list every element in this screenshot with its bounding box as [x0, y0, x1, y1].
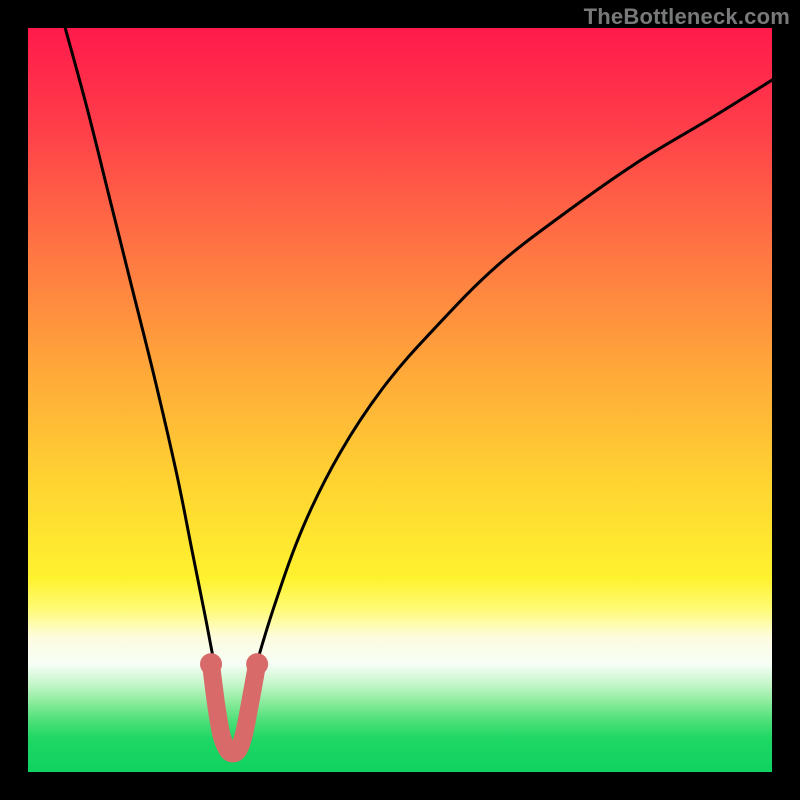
bottleneck-chart	[28, 28, 772, 772]
highlight-dot	[200, 653, 222, 675]
highlight-dot	[246, 653, 268, 675]
chart-frame	[28, 28, 772, 772]
gradient-background	[28, 28, 772, 772]
watermark-label: TheBottleneck.com	[584, 4, 790, 30]
